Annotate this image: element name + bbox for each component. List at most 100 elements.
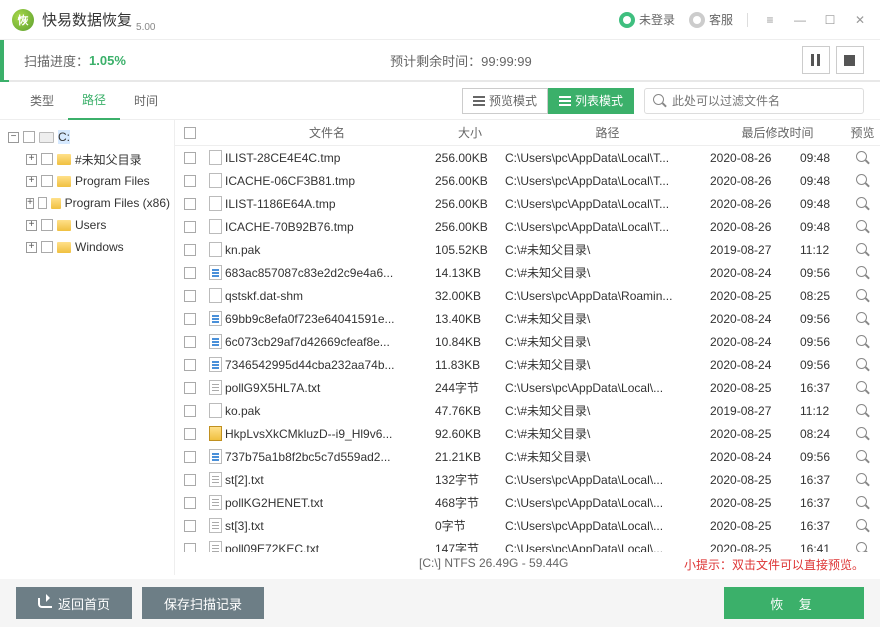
tree-node[interactable]: +Windows bbox=[4, 236, 170, 258]
preview-icon[interactable] bbox=[856, 542, 869, 552]
row-checkbox[interactable] bbox=[184, 267, 196, 279]
file-row[interactable]: ILIST-1186E64A.tmp256.00KBC:\Users\pc\Ap… bbox=[175, 192, 880, 215]
menu-button[interactable]: ≡ bbox=[758, 8, 782, 32]
preview-icon[interactable] bbox=[856, 312, 869, 325]
file-row[interactable]: ILIST-28CE4E4C.tmp256.00KBC:\Users\pc\Ap… bbox=[175, 146, 880, 169]
preview-icon[interactable] bbox=[856, 358, 869, 371]
row-checkbox[interactable] bbox=[184, 152, 196, 164]
preview-icon[interactable] bbox=[856, 381, 869, 394]
row-checkbox[interactable] bbox=[184, 198, 196, 210]
collapse-icon[interactable]: − bbox=[8, 132, 19, 143]
preview-mode-button[interactable]: 预览模式 bbox=[462, 88, 548, 114]
expand-icon[interactable]: + bbox=[26, 242, 37, 253]
support-link[interactable]: 客服 bbox=[685, 9, 737, 30]
row-checkbox[interactable] bbox=[184, 221, 196, 233]
preview-icon[interactable] bbox=[856, 473, 869, 486]
tree-node[interactable]: +#未知父目录 bbox=[4, 148, 170, 170]
file-row[interactable]: st[3].txt0字节C:\Users\pc\AppData\Local\..… bbox=[175, 514, 880, 537]
preview-icon[interactable] bbox=[856, 427, 869, 440]
list-mode-button[interactable]: 列表模式 bbox=[548, 88, 634, 114]
file-row[interactable]: 683ac857087c83e2d2c9e4a6...14.13KBC:\#未知… bbox=[175, 261, 880, 284]
row-checkbox[interactable] bbox=[184, 313, 196, 325]
file-row[interactable]: st[2].txt132字节C:\Users\pc\AppData\Local\… bbox=[175, 468, 880, 491]
preview-icon[interactable] bbox=[856, 289, 869, 302]
row-checkbox[interactable] bbox=[184, 474, 196, 486]
expand-icon[interactable]: + bbox=[26, 198, 34, 209]
row-checkbox[interactable] bbox=[184, 405, 196, 417]
col-path[interactable]: 路径 bbox=[505, 124, 710, 141]
row-checkbox[interactable] bbox=[184, 175, 196, 187]
checkbox[interactable] bbox=[23, 131, 35, 143]
back-button[interactable]: 返回首页 bbox=[16, 587, 132, 619]
preview-icon[interactable] bbox=[856, 174, 869, 187]
file-row[interactable]: ICACHE-70B92B76.tmp256.00KBC:\Users\pc\A… bbox=[175, 215, 880, 238]
file-row[interactable]: qstskf.dat-shm32.00KBC:\Users\pc\AppData… bbox=[175, 284, 880, 307]
close-button[interactable]: ✕ bbox=[848, 8, 872, 32]
tree-node[interactable]: + Program Files bbox=[4, 170, 170, 192]
file-row[interactable]: HkpLvsXkCMkluzD--i9_Hl9v6...92.60KBC:\#未… bbox=[175, 422, 880, 445]
row-checkbox[interactable] bbox=[184, 382, 196, 394]
tree-root[interactable]: − C: bbox=[4, 126, 170, 148]
preview-icon[interactable] bbox=[856, 197, 869, 210]
search-input[interactable] bbox=[672, 94, 855, 108]
tree-node[interactable]: +Program Files (x86) bbox=[4, 192, 170, 214]
row-checkbox[interactable] bbox=[184, 359, 196, 371]
save-scan-button[interactable]: 保存扫描记录 bbox=[142, 587, 264, 619]
pause-button[interactable] bbox=[802, 46, 830, 74]
file-row[interactable]: kn.pak105.52KBC:\#未知父目录\2019-08-2711:12 bbox=[175, 238, 880, 261]
file-row[interactable]: pollG9X5HL7A.txt244字节C:\Users\pc\AppData… bbox=[175, 376, 880, 399]
file-row[interactable]: poll09E72KEC.txt147字节C:\Users\pc\AppData… bbox=[175, 537, 880, 552]
col-mtime[interactable]: 最后修改时间 bbox=[710, 124, 845, 141]
preview-icon[interactable] bbox=[856, 220, 869, 233]
checkbox[interactable] bbox=[41, 219, 53, 231]
preview-icon[interactable] bbox=[856, 450, 869, 463]
tab-time[interactable]: 时间 bbox=[120, 82, 172, 120]
file-row[interactable]: 6c073cb29af7d42669cfeaf8e...10.84KBC:\#未… bbox=[175, 330, 880, 353]
file-row[interactable]: 7346542995d44cba232aa74b...11.83KBC:\#未知… bbox=[175, 353, 880, 376]
row-checkbox[interactable] bbox=[184, 290, 196, 302]
col-size[interactable]: 大小 bbox=[435, 124, 505, 141]
file-row[interactable]: ko.pak47.76KBC:\#未知父目录\2019-08-2711:12 bbox=[175, 399, 880, 422]
preview-icon[interactable] bbox=[856, 151, 869, 164]
expand-icon[interactable]: + bbox=[26, 154, 37, 165]
row-checkbox[interactable] bbox=[184, 451, 196, 463]
tab-path[interactable]: 路径 bbox=[68, 82, 120, 120]
minimize-button[interactable]: — bbox=[788, 8, 812, 32]
row-checkbox[interactable] bbox=[184, 336, 196, 348]
stop-button[interactable] bbox=[836, 46, 864, 74]
row-checkbox[interactable] bbox=[184, 497, 196, 509]
login-link[interactable]: 未登录 bbox=[615, 9, 679, 30]
checkbox[interactable] bbox=[41, 241, 53, 253]
preview-icon[interactable] bbox=[856, 496, 869, 509]
file-date: 2020-08-25 bbox=[710, 519, 800, 533]
preview-icon[interactable] bbox=[856, 404, 869, 417]
select-all-checkbox[interactable] bbox=[184, 127, 196, 139]
preview-icon[interactable] bbox=[856, 243, 869, 256]
preview-icon[interactable] bbox=[856, 519, 869, 532]
row-checkbox[interactable] bbox=[184, 428, 196, 440]
checkbox[interactable] bbox=[41, 175, 53, 187]
maximize-button[interactable]: ☐ bbox=[818, 8, 842, 32]
file-row[interactable]: ICACHE-06CF3B81.tmp256.00KBC:\Users\pc\A… bbox=[175, 169, 880, 192]
recover-button[interactable]: 恢 复 bbox=[724, 587, 864, 619]
file-row[interactable]: 737b75a1b8f2bc5c7d559ad2...21.21KBC:\#未知… bbox=[175, 445, 880, 468]
col-name[interactable]: 文件名 bbox=[225, 124, 435, 141]
folder-icon bbox=[57, 242, 71, 253]
expand-icon[interactable]: + bbox=[26, 176, 37, 187]
expand-icon[interactable]: + bbox=[26, 220, 37, 231]
tree-node[interactable]: +Users bbox=[4, 214, 170, 236]
row-checkbox[interactable] bbox=[184, 244, 196, 256]
preview-icon[interactable] bbox=[856, 335, 869, 348]
tab-type[interactable]: 类型 bbox=[16, 82, 68, 120]
file-row[interactable]: pollKG2HENET.txt468字节C:\Users\pc\AppData… bbox=[175, 491, 880, 514]
checkbox[interactable] bbox=[38, 197, 47, 209]
search-box[interactable] bbox=[644, 88, 864, 114]
row-checkbox[interactable] bbox=[184, 543, 196, 553]
preview-icon[interactable] bbox=[856, 266, 869, 279]
file-time: 09:56 bbox=[800, 358, 845, 372]
folder-tree[interactable]: − C: +#未知父目录+Program Files+Program Files… bbox=[0, 120, 175, 575]
row-checkbox[interactable] bbox=[184, 520, 196, 532]
checkbox[interactable] bbox=[41, 153, 53, 165]
tree-label: Program Files bbox=[75, 174, 150, 188]
file-row[interactable]: 69bb9c8efa0f723e64041591e...13.40KBC:\#未… bbox=[175, 307, 880, 330]
